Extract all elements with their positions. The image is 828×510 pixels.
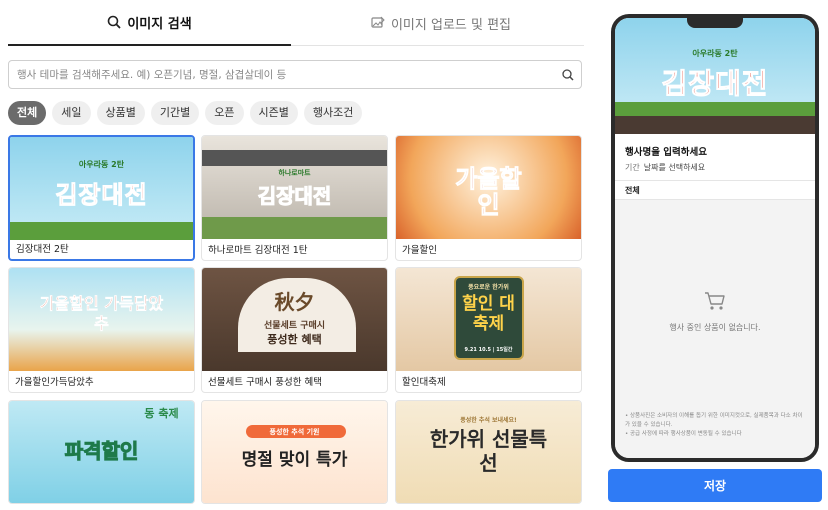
image-card[interactable]: 풍성한 추석 보내세요! 한가위 선물특선 [395, 400, 582, 504]
thumb-title: 할인 대축제 [462, 294, 515, 334]
thumb-badge: 풍성한 추석 보내세요! [460, 417, 517, 424]
card-thumbnail: 김장대전 아우라동 2탄 [10, 137, 193, 240]
thumb-badge: 풍성한 추석 기원 [269, 428, 320, 436]
image-card[interactable]: 동 축제 파격할인 [8, 400, 195, 504]
search-box [8, 60, 582, 89]
save-button[interactable]: 저장 [608, 469, 822, 502]
card-thumbnail: 秋夕 선물세트 구매시 풍성한 혜택 [202, 268, 387, 371]
preview-notes: • 상품사진은 소비자의 이해를 돕기 위한 이미지컷으로, 실제품목과 다소 … [625, 412, 805, 439]
search-icon [108, 15, 121, 29]
thumb-title: 김장대전 [257, 184, 332, 209]
event-name-field[interactable]: 행사명을 입력하세요 [625, 144, 707, 158]
date-label: 기간 [625, 163, 640, 172]
card-thumbnail: 풍성한 추석 기원 명절 맞이 특가 [202, 401, 387, 503]
category-chips: 전체 세일 상품별 기간별 오픈 시즌별 행사조건 [8, 101, 363, 125]
card-caption: 가을할인가득담았추 [15, 377, 94, 388]
preview-phone: 아우라동 2탄 김장대전 행사명을 입력하세요 기간 날짜를 선택하세요 전체 행… [611, 14, 819, 462]
image-card[interactable]: 가을할인 가을할인 [395, 135, 582, 261]
note-line: • 상품사진은 소비자의 이해를 돕기 위한 이미지컷으로, 실제품목과 다소 … [625, 413, 803, 428]
card-caption: 가을할인 [402, 245, 437, 256]
phone-notch [687, 18, 743, 28]
preview-banner-title: 김장대전 [661, 67, 769, 101]
card-caption: 김장대전 2탄 [16, 244, 69, 255]
preview-tab-all[interactable]: 전체 [625, 185, 640, 196]
chip-product[interactable]: 상품별 [96, 101, 145, 125]
image-card[interactable]: 가을할인 가득담았추 가을할인가득담았추 [8, 267, 195, 393]
search-icon[interactable] [561, 68, 575, 82]
thumb-subtitle: 선물세트 구매시 [263, 321, 326, 331]
image-card[interactable]: 하나로마트 김장대전 하나로마트 김장대전 1탄 [201, 135, 388, 261]
chip-sale[interactable]: 세일 [52, 101, 91, 125]
preview-tab-bar: 전체 [615, 180, 815, 200]
thumb-badge: 풍요로운 한가위 [468, 284, 509, 291]
chip-condition[interactable]: 행사조건 [303, 101, 363, 125]
thumb-title: 秋夕 [274, 290, 315, 314]
empty-state: 행사 중인 상품이 없습니다. [615, 290, 815, 333]
chip-season[interactable]: 시즌별 [249, 101, 298, 125]
tab-image-search-label: 이미지 검색 [127, 16, 192, 32]
preview-info: 행사명을 입력하세요 기간 날짜를 선택하세요 [615, 134, 815, 180]
image-card[interactable]: 풍요로운 한가위 할인 대축제 9.21 10.5 | 15일간 할인대축제 [395, 267, 582, 393]
thumb-title: 가을할인 가득담았추 [39, 294, 164, 334]
card-thumbnail: 가을할인 가득담았추 [9, 268, 194, 371]
note-line: • 공급 사정에 따라 행사상품이 변동될 수 있습니다 [625, 431, 742, 437]
preview-banner: 아우라동 2탄 김장대전 [615, 18, 815, 134]
event-date-field[interactable]: 기간 날짜를 선택하세요 [625, 162, 705, 173]
tab-image-upload[interactable]: 이미지 업로드 및 편집 [298, 0, 584, 46]
cart-icon [705, 292, 725, 310]
preview-banner-badge: 아우라동 2탄 [692, 49, 738, 58]
card-thumbnail: 풍요로운 한가위 할인 대축제 9.21 10.5 | 15일간 [396, 268, 581, 371]
card-caption: 할인대축제 [402, 377, 446, 388]
thumb-title: 명절 맞이 특가 [241, 450, 348, 470]
card-thumbnail: 풍성한 추석 보내세요! 한가위 선물특선 [396, 401, 581, 503]
thumb-badge: 하나로마트 [278, 169, 311, 177]
card-thumbnail: 동 축제 파격할인 [9, 401, 194, 503]
preview-body: 행사 중인 상품이 없습니다. • 상품사진은 소비자의 이해를 돕기 위한 이… [615, 200, 815, 458]
thumb-title: 김장대전 [55, 181, 148, 210]
thumb-badge: 아우라동 2탄 [78, 160, 125, 169]
tab-bar: 이미지 검색 이미지 업로드 및 편집 [8, 0, 584, 46]
card-thumbnail: 가을할인 [396, 136, 581, 239]
thumb-title: 가을할인 [455, 165, 522, 219]
image-edit-icon [371, 16, 385, 28]
thumb-title: 한가위 선물특선 [429, 427, 548, 475]
chip-period[interactable]: 기간별 [150, 101, 200, 125]
chip-all[interactable]: 전체 [8, 101, 47, 125]
thumb-date: 9.21 10.5 | 15일간 [464, 347, 513, 353]
date-placeholder: 날짜를 선택하세요 [643, 163, 706, 172]
chip-open[interactable]: 오픈 [205, 101, 244, 125]
empty-message: 행사 중인 상품이 없습니다. [669, 323, 761, 332]
tab-image-search[interactable]: 이미지 검색 [8, 0, 291, 46]
thumb-badge: 동 축제 [144, 407, 179, 420]
card-thumbnail: 하나로마트 김장대전 [202, 136, 387, 239]
image-browser: 이미지 검색 이미지 업로드 및 편집 전체 세일 상품별 기간별 오픈 시즌별… [0, 0, 590, 510]
card-caption: 하나로마트 김장대전 1탄 [208, 245, 308, 256]
image-card[interactable]: 풍성한 추석 기원 명절 맞이 특가 [201, 400, 388, 504]
search-input[interactable] [9, 61, 549, 88]
image-card[interactable]: 秋夕 선물세트 구매시 풍성한 혜택 선물세트 구매시 풍성한 혜택 [201, 267, 388, 393]
card-caption: 선물세트 구매시 풍성한 혜택 [208, 377, 322, 388]
thumb-title: 파격할인 [64, 439, 139, 464]
image-card[interactable]: 김장대전 아우라동 2탄 김장대전 2탄 [8, 135, 195, 261]
thumb-subtitle: 풍성한 혜택 [267, 333, 322, 346]
tab-image-upload-label: 이미지 업로드 및 편집 [390, 17, 512, 33]
